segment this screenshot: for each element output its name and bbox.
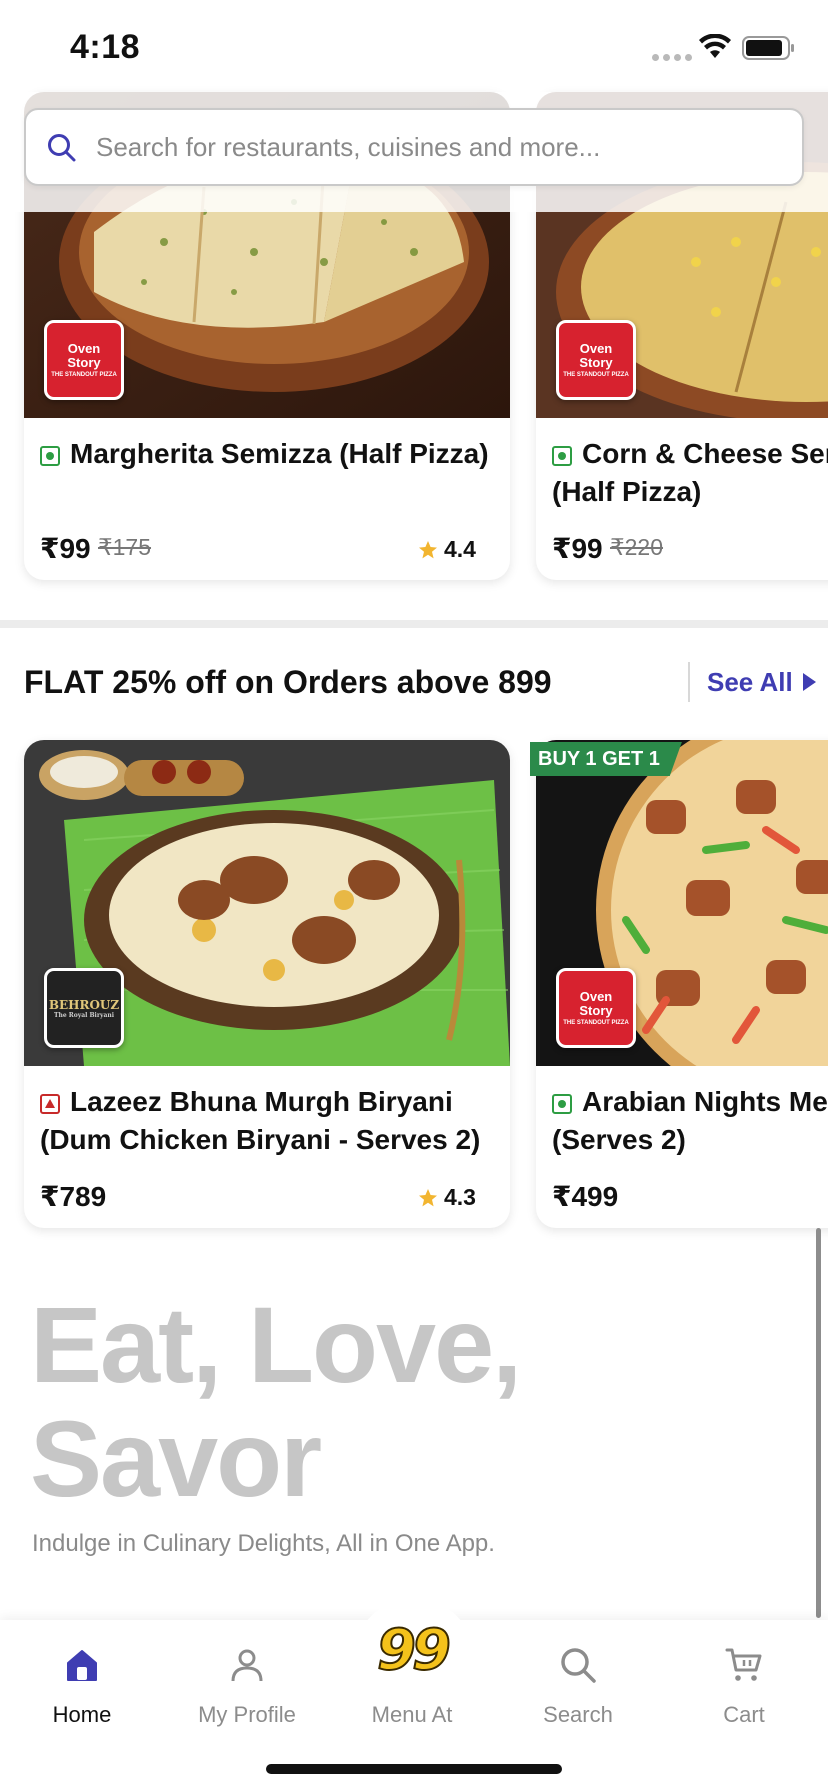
brand-name-line2: Story <box>67 354 101 370</box>
promo-tag: BUY 1 GET 1 <box>530 742 682 776</box>
cart-icon <box>725 1648 762 1681</box>
brand-name-line1: Oven <box>579 340 613 356</box>
veg-icon <box>552 1094 572 1114</box>
product-price: ₹99 <box>552 533 603 564</box>
see-all-label: See All <box>707 666 793 697</box>
slogan-line: Savor <box>30 1398 322 1519</box>
search-icon <box>48 134 76 162</box>
brand-name-line1: BEHROUZ <box>48 997 120 1012</box>
slogan-line: Eat, Love, <box>30 1284 522 1405</box>
brand-tagline: THE STANDOUT PIZZA <box>51 371 117 378</box>
wifi-icon <box>699 34 731 58</box>
product-old-price: ₹175 <box>98 534 152 560</box>
nav-label: Cart <box>723 1702 765 1727</box>
product-price: ₹789 <box>40 1181 107 1212</box>
nav-item-my-profile[interactable]: My Profile <box>182 1640 312 1728</box>
product-name-line: Arabian Nights Mea <box>582 1086 828 1117</box>
nav-item-cart[interactable]: Cart <box>679 1640 809 1728</box>
nav-label: Home <box>52 1702 112 1727</box>
brand-logo-oven-story: Oven Story THE STANDOUT PIZZA <box>556 968 636 1048</box>
slogan-heading: Eat, Love, Savor <box>30 1284 522 1519</box>
star-icon <box>419 1188 437 1206</box>
product-card[interactable]: BEHROUZ The Royal Biryani Lazeez Bhuna M… <box>24 740 510 1228</box>
section-title: FLAT 25% off on Orders above 899 <box>24 664 552 700</box>
status-bar: 4:18 <box>0 0 828 96</box>
search-bar-container <box>0 92 828 212</box>
veg-icon <box>40 446 60 466</box>
brand-logo-oven-story: Oven Story THE STANDOUT PIZZA <box>556 320 636 400</box>
nav-label: Menu At <box>371 1702 453 1727</box>
nav-item-search[interactable]: Search <box>513 1640 643 1728</box>
menu-99-logo: 99 <box>376 1618 452 1683</box>
product-name: Corn & Cheese Sem <box>582 435 828 473</box>
product-name: Margherita Semizza (Half Pizza) <box>70 435 489 473</box>
play-arrow-icon <box>802 673 816 691</box>
search-input[interactable] <box>96 110 786 184</box>
product-name-line: (Half Pizza) <box>552 476 702 507</box>
product-old-price: ₹220 <box>610 534 664 560</box>
veg-icon <box>552 446 572 466</box>
app-screen: 4:18 Oven Story THE STANDOUT PIZZA Margh… <box>0 0 828 1792</box>
home-indicator[interactable] <box>266 1764 562 1774</box>
brand-logo-behrouz: BEHROUZ The Royal Biryani <box>44 968 124 1048</box>
search-icon <box>561 1648 596 1683</box>
product-name-line: Lazeez Bhuna Murgh Biryani <box>70 1086 453 1117</box>
nav-label: Search <box>543 1702 613 1727</box>
product-name-line: (Dum Chicken Biryani - Serves 2) <box>40 1124 481 1155</box>
nav-item-menu-at-99[interactable]: 99 Menu At <box>347 1612 477 1728</box>
product-card[interactable]: Oven Story THE STANDOUT PIZZA Arabian Ni… <box>536 740 828 1228</box>
product-name-line: Margherita Semizza (Half Pizza) <box>70 438 489 469</box>
brand-name-line2: Story <box>579 354 613 370</box>
brand-name-line1: Oven <box>579 988 613 1004</box>
brand-tagline: THE STANDOUT PIZZA <box>563 1019 629 1026</box>
slogan-subtitle: Indulge in Culinary Delights, All in One… <box>32 1530 495 1557</box>
battery-icon <box>742 36 794 60</box>
scrollbar[interactable] <box>816 1228 821 1618</box>
product-name-line: Corn & Cheese Sem <box>582 438 828 469</box>
home-icon <box>67 1650 97 1681</box>
search-bar[interactable] <box>24 108 804 186</box>
star-icon <box>419 540 437 558</box>
product-name-line: (Serves 2) <box>552 1124 686 1155</box>
profile-icon <box>231 1649 263 1682</box>
nav-label: My Profile <box>198 1702 296 1727</box>
brand-tagline: THE STANDOUT PIZZA <box>563 371 629 378</box>
rating-value: 4.3 <box>444 1184 476 1210</box>
brand-name-line2: Story <box>579 1002 613 1018</box>
cellular-signal-icon <box>652 54 692 61</box>
product-rating: 4.4 <box>418 536 476 563</box>
rating-value: 4.4 <box>444 536 476 562</box>
non-veg-icon <box>40 1094 60 1114</box>
section-divider <box>0 620 828 628</box>
brand-logo-oven-story: Oven Story THE STANDOUT PIZZA <box>44 320 124 400</box>
brand-tagline: The Royal Biryani <box>54 1011 114 1019</box>
see-all-link[interactable]: See All <box>688 662 817 702</box>
product-price: ₹499 <box>552 1181 619 1212</box>
nav-item-home[interactable]: Home <box>17 1640 147 1728</box>
status-time: 4:18 <box>70 28 141 66</box>
brand-name-line1: Oven <box>67 340 101 356</box>
product-price: ₹99 <box>40 533 91 564</box>
product-rating: 4.3 <box>418 1184 476 1211</box>
